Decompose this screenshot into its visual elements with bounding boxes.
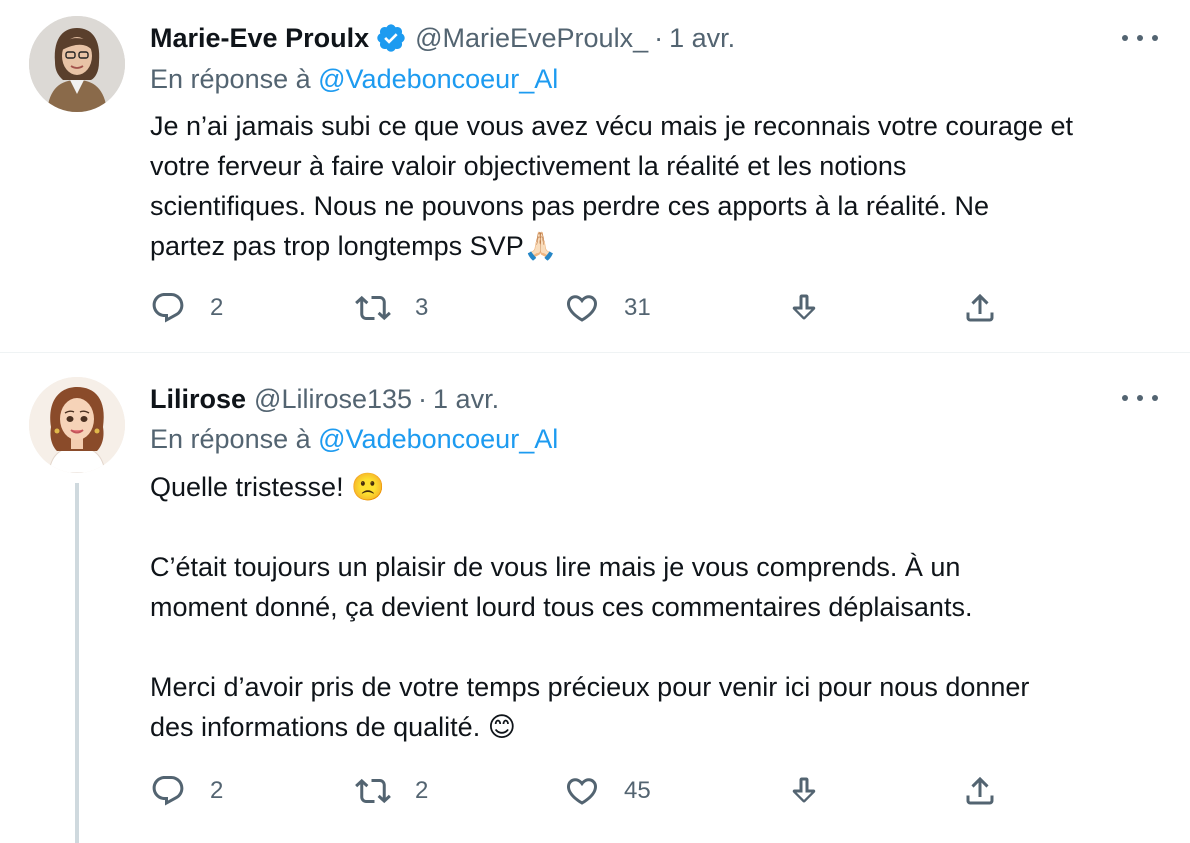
- separator-dot: ·: [418, 383, 428, 414]
- reply-count: 2: [210, 777, 224, 804]
- text-line: Quelle tristesse!: [150, 472, 344, 502]
- tweet-text: Quelle tristesse! 🙁 C’était toujours un …: [150, 467, 1170, 747]
- reply-button[interactable]: 2: [150, 771, 223, 811]
- text-line-last: des informations de qualité. 😊: [150, 707, 1170, 747]
- text-line: moment donné, ça devient lourd tous ces …: [150, 592, 973, 622]
- reply-button[interactable]: 2: [150, 288, 223, 328]
- separator-dot: ·: [654, 22, 664, 53]
- text-line: Je n’ai jamais subi ce que vous avez véc…: [150, 111, 1073, 141]
- text-line-last: partez pas trop longtemps SVP🙏🏻: [150, 226, 1170, 266]
- retweet-icon: [355, 295, 391, 321]
- like-icon: [566, 778, 598, 805]
- timestamp[interactable]: 1 avr.: [433, 384, 499, 415]
- author-handle[interactable]: @MarieEveProulx_: [415, 23, 648, 54]
- more-icon[interactable]: [1122, 386, 1158, 410]
- download-button[interactable]: [786, 771, 822, 811]
- share-icon: [966, 776, 994, 805]
- retweet-count: 3: [415, 294, 429, 321]
- text-line: votre ferveur à faire valoir objectiveme…: [150, 151, 907, 181]
- like-count: 45: [624, 777, 651, 804]
- avatar[interactable]: [29, 377, 125, 473]
- reply-icon: [152, 776, 184, 806]
- paragraph-break: [150, 507, 1170, 547]
- reply-prefix: En réponse à: [150, 424, 311, 454]
- text-line: scientifiques. Nous ne pouvons pas perdr…: [150, 191, 989, 221]
- reply-count: 2: [210, 294, 224, 321]
- reply-context: En réponse à @Vadeboncoeur_Al: [150, 424, 558, 455]
- reply-icon: [152, 293, 184, 323]
- author-name[interactable]: Marie-Eve Proulx: [150, 23, 369, 54]
- text-line: partez pas trop longtemps SVP: [150, 231, 524, 261]
- author-handle[interactable]: @Lilirose135: [254, 384, 412, 415]
- download-button[interactable]: [786, 288, 822, 328]
- like-icon: [566, 295, 598, 322]
- download-icon: [792, 777, 816, 803]
- thread-line: [75, 483, 79, 843]
- retweet-icon: [355, 778, 391, 804]
- timestamp[interactable]: 1 avr.: [669, 23, 735, 54]
- smiling-face-emoji: 😊: [487, 712, 516, 742]
- share-button[interactable]: [962, 288, 998, 328]
- reply-context: En réponse à @Vadeboncoeur_Al: [150, 64, 558, 95]
- share-icon: [966, 293, 994, 322]
- avatar[interactable]: [29, 16, 125, 112]
- text-line: C’était toujours un plaisir de vous lire…: [150, 552, 961, 582]
- reply-mention-link[interactable]: @Vadeboncoeur_Al: [318, 64, 558, 94]
- share-button[interactable]: [962, 771, 998, 811]
- text-line-1: Quelle tristesse! 🙁: [150, 467, 1170, 507]
- like-button[interactable]: 31: [564, 288, 651, 328]
- folded-hands-emoji: 🙏🏻: [523, 231, 558, 261]
- tweet-lilirose[interactable]: Lilirose @Lilirose135 · 1 avr. En répons…: [0, 353, 1190, 843]
- reply-prefix: En réponse à: [150, 64, 311, 94]
- retweet-button[interactable]: 3: [355, 288, 428, 328]
- retweet-button[interactable]: 2: [355, 771, 428, 811]
- download-icon: [792, 294, 816, 320]
- like-button[interactable]: 45: [564, 771, 651, 811]
- sad-face-emoji: 🙁: [351, 472, 385, 502]
- tweet-header: Marie-Eve Proulx @MarieEveProulx_ · 1 av…: [150, 18, 735, 58]
- like-count: 31: [624, 294, 651, 321]
- reply-mention-link[interactable]: @Vadeboncoeur_Al: [318, 424, 558, 454]
- more-icon[interactable]: [1122, 26, 1158, 50]
- author-name[interactable]: Lilirose: [150, 384, 246, 415]
- verified-badge-icon: [375, 22, 407, 54]
- text-line: Merci d’avoir pris de votre temps précie…: [150, 672, 1030, 702]
- text-line: des informations de qualité.: [150, 712, 481, 742]
- tweet-text: Je n’ai jamais subi ce que vous avez véc…: [150, 106, 1170, 266]
- paragraph-break: [150, 627, 1170, 667]
- tweet-marie-eve-proulx[interactable]: Marie-Eve Proulx @MarieEveProulx_ · 1 av…: [0, 0, 1190, 352]
- retweet-count: 2: [415, 777, 429, 804]
- tweet-header: Lilirose @Lilirose135 · 1 avr.: [150, 379, 499, 419]
